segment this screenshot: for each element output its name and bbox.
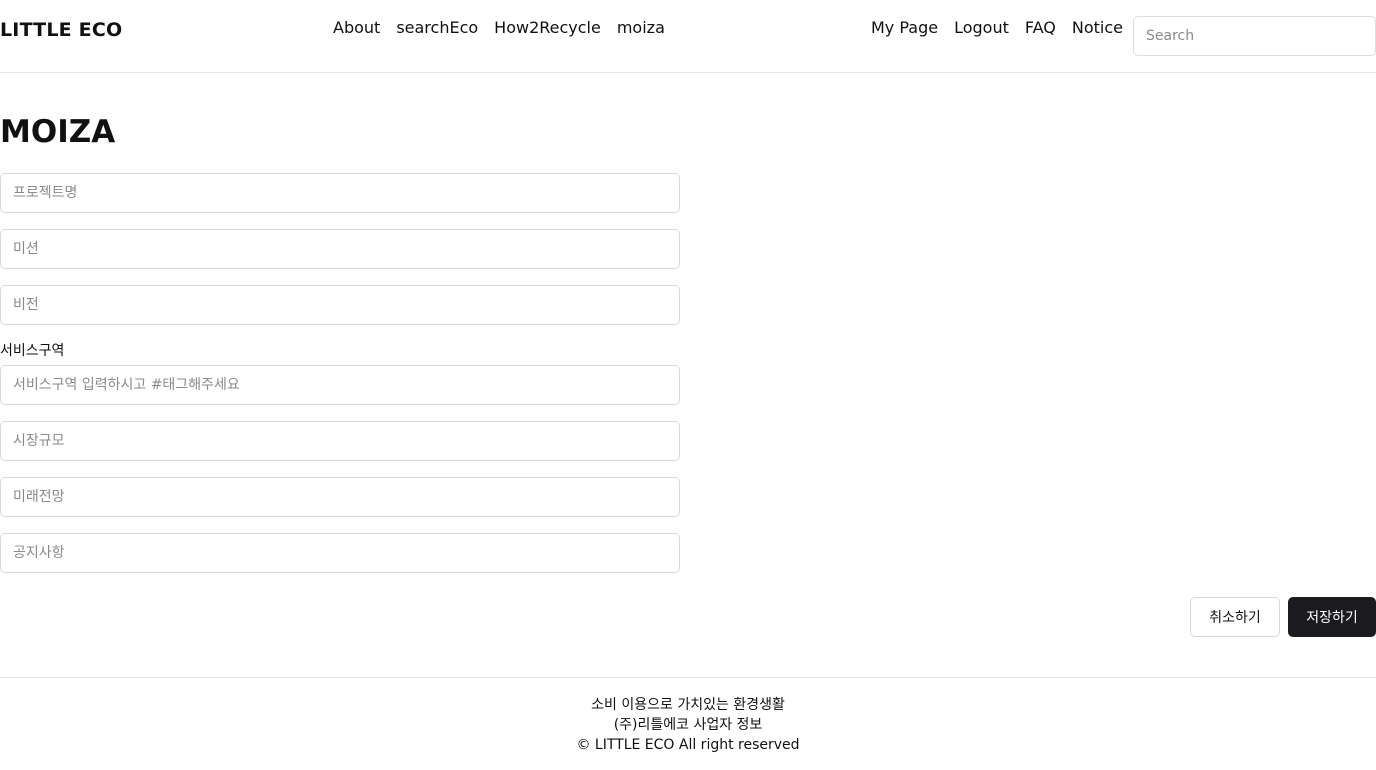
future-outlook-field[interactable] [0, 477, 680, 517]
search-input[interactable] [1133, 16, 1376, 56]
mission-field[interactable] [0, 229, 680, 269]
brand-logo[interactable]: LITTLE ECO [0, 18, 122, 42]
user-nav: My Page Logout FAQ Notice [871, 18, 1123, 38]
page-title: MOIZA [0, 114, 116, 150]
nav-link-about[interactable]: About [333, 18, 380, 38]
save-button[interactable]: 저장하기 [1288, 597, 1376, 637]
footer-company-info[interactable]: (주)리틀에코 사업자 정보 [0, 715, 1376, 735]
service-area-field[interactable] [0, 365, 680, 405]
nav-link-searcheco[interactable]: searchEco [396, 18, 478, 38]
footer-slogan: 소비 이용으로 가치있는 환경생활 [591, 697, 785, 713]
top-navbar: LITTLE ECO About searchEco How2Recycle m… [0, 0, 1376, 73]
footer-copyright: © LITTLE ECO All right reserved [576, 737, 800, 753]
nav-link-how2recycle[interactable]: How2Recycle [494, 18, 601, 38]
market-size-field[interactable] [0, 421, 680, 461]
vision-field[interactable] [0, 285, 680, 325]
service-area-label: 서비스구역 [0, 343, 65, 359]
cancel-button[interactable]: 취소하기 [1190, 597, 1280, 637]
footer: 소비 이용으로 가치있는 환경생활 (주)리틀에코 사업자 정보 © LITTL… [0, 677, 1376, 770]
main-nav: About searchEco How2Recycle moiza [333, 18, 665, 38]
nav-link-faq[interactable]: FAQ [1025, 18, 1056, 38]
notice-field[interactable] [0, 533, 680, 573]
nav-link-logout[interactable]: Logout [954, 18, 1009, 38]
nav-link-notice[interactable]: Notice [1072, 18, 1123, 38]
nav-link-moiza[interactable]: moiza [617, 18, 665, 38]
nav-link-my-page[interactable]: My Page [871, 18, 938, 38]
project-name-field[interactable] [0, 173, 680, 213]
